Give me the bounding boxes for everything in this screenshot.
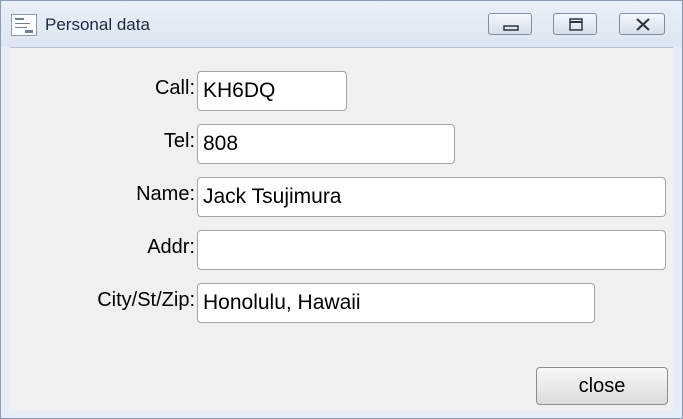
- name-field[interactable]: [197, 177, 666, 217]
- city-st-zip-field[interactable]: [197, 283, 595, 323]
- app-icon: [11, 14, 37, 36]
- close-window-button[interactable]: [619, 13, 665, 35]
- maximize-icon: [569, 18, 583, 31]
- maximize-button[interactable]: [553, 13, 597, 35]
- close-icon: [636, 18, 650, 31]
- minimize-icon: [503, 25, 519, 31]
- name-label: Name:: [136, 183, 195, 205]
- minimize-button[interactable]: [488, 13, 532, 35]
- tel-label: Tel:: [163, 130, 195, 152]
- addr-field[interactable]: [197, 230, 666, 270]
- window-title: Personal data: [45, 15, 150, 34]
- addr-label: Addr:: [147, 236, 195, 258]
- form-panel: Call: Tel: Name: Addr: City/St/Zip: clos…: [10, 47, 673, 411]
- title-bar[interactable]: Personal data: [1, 1, 682, 47]
- call-field[interactable]: [197, 71, 347, 111]
- call-label: Call:: [154, 77, 195, 99]
- dialog-window: Personal data Call: Tel: Name: Addr: Cit: [0, 0, 683, 419]
- close-button[interactable]: close: [536, 367, 668, 405]
- city-st-zip-label: City/St/Zip:: [97, 289, 195, 311]
- tel-field[interactable]: [197, 124, 455, 164]
